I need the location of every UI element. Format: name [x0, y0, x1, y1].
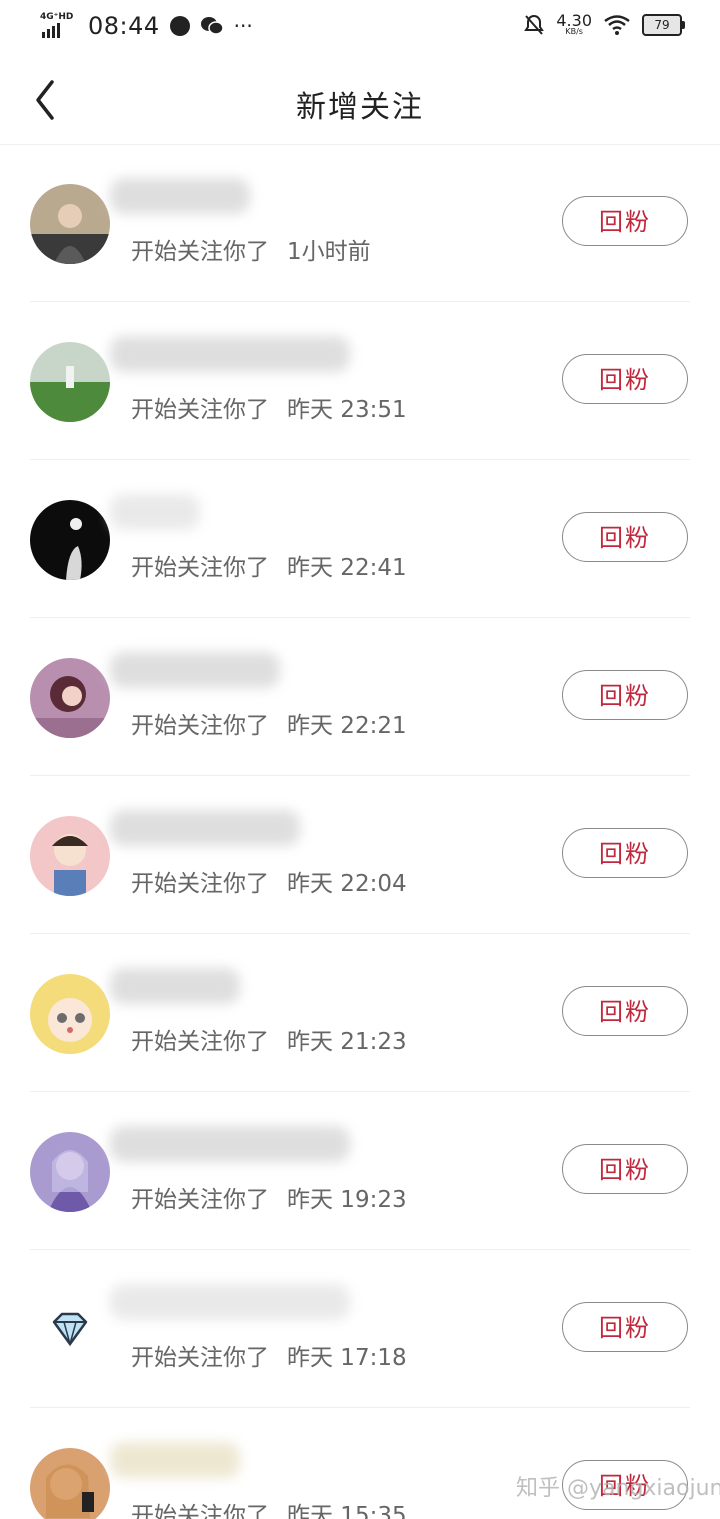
- compass-icon: [169, 16, 190, 36]
- follow-status: 开始关注你了 昨天 19:23: [131, 1180, 407, 1214]
- follow-time: 1小时前: [287, 239, 371, 265]
- follow-back-button[interactable]: 回粉: [562, 512, 688, 562]
- follow-status: 开始关注你了 1小时前: [131, 232, 371, 266]
- diamond-icon[interactable]: [30, 1290, 110, 1370]
- follow-time: 昨天 22:04: [287, 871, 407, 897]
- list-item[interactable]: 开始关注你了 昨天 19:23 回粉: [0, 1092, 720, 1250]
- status-left: 4G⁺HD 08:44 ···: [40, 12, 253, 40]
- avatar[interactable]: [30, 342, 110, 422]
- status-text: 开始关注你了: [131, 1345, 269, 1371]
- follow-back-button[interactable]: 回粉: [562, 196, 688, 246]
- status-text: 开始关注你了: [131, 1503, 269, 1519]
- follow-status: 开始关注你了 昨天 15:35: [131, 1496, 407, 1519]
- list-item[interactable]: 开始关注你了 昨天 22:04 回粉: [0, 776, 720, 934]
- follow-time: 昨天 22:41: [287, 555, 407, 581]
- page-title: 新增关注: [296, 90, 424, 125]
- username-redacted: [110, 652, 280, 688]
- follow-back-button[interactable]: 回粉: [562, 354, 688, 404]
- follow-status: 开始关注你了 昨天 17:18: [131, 1338, 407, 1372]
- username-redacted: [110, 494, 200, 530]
- status-bar: 4G⁺HD 08:44 ··· 4.30 KB/s 79: [0, 0, 720, 56]
- follow-time: 昨天 21:23: [287, 1029, 407, 1055]
- list-item[interactable]: 开始关注你了 昨天 22:21 回粉: [0, 618, 720, 776]
- watermark: 知乎 @yangxiaojun: [516, 1476, 720, 1501]
- status-text: 开始关注你了: [131, 397, 269, 423]
- list-item[interactable]: 开始关注你了 昨天 21:23 回粉: [0, 934, 720, 1092]
- avatar[interactable]: [30, 184, 110, 264]
- username-redacted: [110, 336, 350, 372]
- status-text: 开始关注你了: [131, 871, 269, 897]
- screen: 4G⁺HD 08:44 ··· 4.30 KB/s 79 新增关注 开始关注你了…: [0, 0, 720, 1519]
- follow-status: 开始关注你了 昨天 21:23: [131, 1022, 407, 1056]
- avatar[interactable]: [30, 1448, 110, 1519]
- avatar[interactable]: [30, 1132, 110, 1212]
- list-item[interactable]: 开始关注你了 1小时前 回粉: [0, 144, 720, 302]
- signal-icon: 4G⁺HD: [40, 12, 78, 40]
- network-type: 4G⁺HD: [40, 12, 74, 22]
- avatar[interactable]: [30, 816, 110, 896]
- avatar[interactable]: [30, 500, 110, 580]
- net-speed: 4.30 KB/s: [556, 13, 592, 36]
- follow-status: 开始关注你了 昨天 22:04: [131, 864, 407, 898]
- follow-time: 昨天 19:23: [287, 1187, 407, 1213]
- follow-status: 开始关注你了 昨天 23:51: [131, 390, 407, 424]
- avatar[interactable]: [30, 974, 110, 1054]
- more-notifications-icon: ···: [233, 14, 253, 38]
- username-redacted: [110, 968, 240, 1004]
- status-text: 开始关注你了: [131, 239, 269, 265]
- follow-back-button[interactable]: 回粉: [562, 986, 688, 1036]
- list-item[interactable]: 开始关注你了 昨天 22:41 回粉: [0, 460, 720, 618]
- status-right: 4.30 KB/s 79: [524, 13, 685, 36]
- list-item[interactable]: 开始关注你了 昨天 23:51 回粉: [0, 302, 720, 460]
- mute-bell-icon: [524, 14, 545, 35]
- title-bar: 新增关注: [0, 56, 720, 145]
- follow-status: 开始关注你了 昨天 22:41: [131, 548, 407, 582]
- follow-back-button[interactable]: 回粉: [562, 828, 688, 878]
- username-redacted: [110, 178, 250, 214]
- username-redacted: [110, 1442, 240, 1478]
- follow-status: 开始关注你了 昨天 22:21: [131, 706, 407, 740]
- follow-time: 昨天 22:21: [287, 713, 407, 739]
- new-followers-list: 开始关注你了 1小时前 回粉 开始关注你了 昨天 23:51 回粉 开始关注你了…: [0, 144, 720, 1519]
- follow-time: 昨天 15:35: [287, 1503, 407, 1519]
- username-redacted: [110, 810, 300, 846]
- avatar[interactable]: [30, 658, 110, 738]
- username-redacted: [110, 1126, 350, 1162]
- follow-back-button[interactable]: 回粉: [562, 1144, 688, 1194]
- status-text: 开始关注你了: [131, 555, 269, 581]
- wechat-icon: [200, 17, 224, 35]
- status-text: 开始关注你了: [131, 713, 269, 739]
- battery-icon: 79: [642, 14, 685, 36]
- follow-back-button[interactable]: 回粉: [562, 670, 688, 720]
- follow-time: 昨天 17:18: [287, 1345, 407, 1371]
- list-item[interactable]: 开始关注你了 昨天 17:18 回粉: [0, 1250, 720, 1408]
- wifi-icon: [604, 15, 630, 35]
- username-redacted: [110, 1284, 350, 1320]
- clock: 08:44: [88, 12, 160, 40]
- follow-time: 昨天 23:51: [287, 397, 407, 423]
- list-item[interactable]: 开始关注你了 昨天 15:35 回粉: [0, 1408, 720, 1519]
- status-text: 开始关注你了: [131, 1029, 269, 1055]
- status-text: 开始关注你了: [131, 1187, 269, 1213]
- follow-back-button[interactable]: 回粉: [562, 1302, 688, 1352]
